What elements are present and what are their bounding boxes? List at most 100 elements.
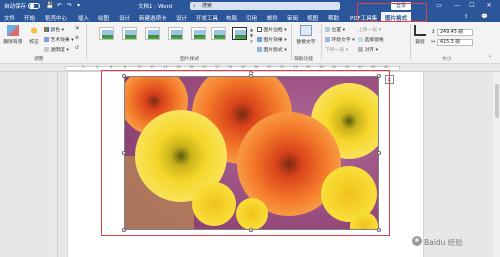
width-icon: ↔	[431, 39, 436, 45]
crop-icon	[414, 25, 426, 36]
tab-mailings[interactable]: 邮件	[267, 14, 278, 22]
align-label: 对齐	[364, 48, 375, 53]
picture-style-5[interactable]	[191, 27, 206, 40]
selection-pane-button[interactable]: 选择窗格	[358, 36, 384, 43]
compress-pictures-icon[interactable]: ⇲	[75, 26, 79, 31]
tab-design[interactable]: 设计	[119, 14, 130, 22]
vertical-scrollbar[interactable]	[493, 72, 500, 257]
bring-forward-label: 上移一层	[358, 28, 378, 33]
color-button[interactable]: 颜色 ▾	[44, 26, 64, 33]
ribbon: 删除背景 校正 颜色 ▾ 艺术效果 ▾ 透明度 ▾ ⇲ ⟳ ↺ 调整 ▲ ▼ ⊽ 图…	[0, 22, 500, 64]
style-preview	[101, 29, 113, 39]
ruler-number: 40	[332, 65, 337, 69]
search-box[interactable]: ⌕ 搜索	[190, 2, 340, 10]
ruler-number: 12	[150, 65, 155, 69]
ruler-number: 26	[241, 65, 246, 69]
ruler-number: 34	[293, 65, 298, 69]
tab-view[interactable]: 视图	[307, 14, 318, 22]
watermark-text: Baidu 经验	[424, 238, 463, 247]
save-icon[interactable]: 💾	[46, 2, 53, 9]
ruler-number: 44	[358, 65, 363, 69]
remove-background-icon	[7, 25, 19, 36]
transparency-button[interactable]: 透明度 ▾	[44, 46, 69, 53]
art-effects-icon	[44, 37, 49, 42]
picture-style-4[interactable]	[168, 27, 183, 40]
scrollbar-thumb[interactable]	[494, 84, 499, 118]
corrections-icon	[28, 25, 40, 36]
alt-text-icon	[300, 25, 312, 36]
tab-developer[interactable]: 开发工具	[196, 14, 218, 22]
tab-review[interactable]: 审阅	[287, 14, 298, 22]
picture-style-2[interactable]	[122, 27, 137, 40]
bring-forward-button[interactable]: 上移一层 ▾	[358, 26, 381, 33]
picture-styles-group-label: 图片样式	[180, 57, 200, 62]
share-icon[interactable]: ⇪	[464, 14, 469, 20]
ruler-number: 48	[384, 65, 389, 69]
tab-new[interactable]: 新建选项卡	[139, 14, 167, 22]
picture-effects-button[interactable]: 图片效果 ▾	[257, 36, 287, 43]
tab-file[interactable]: 文件	[4, 14, 15, 22]
reset-picture-icon[interactable]: ↺	[75, 46, 79, 51]
position-label: 位置	[331, 28, 342, 33]
autosave-label: 自动保存	[4, 4, 27, 10]
style-preview	[124, 29, 136, 39]
color-icon	[44, 27, 49, 32]
picture-style-6[interactable]	[211, 27, 226, 40]
ruler-number: 32	[280, 65, 285, 69]
crop-button[interactable]: 裁剪	[413, 25, 427, 45]
style-preview	[193, 29, 205, 39]
tab-draw[interactable]: 绘图	[98, 14, 109, 22]
picture-border-button[interactable]: 图片边框 ▾	[257, 26, 287, 33]
picture-highlight-box	[101, 70, 390, 236]
width-field[interactable]: 415.3 磅	[437, 39, 473, 46]
collapse-ribbon-icon[interactable]: ⌃	[488, 56, 492, 61]
search-icon: ⌕	[193, 3, 196, 9]
wrap-text-button[interactable]: 环绕文字 ▾	[325, 36, 355, 43]
change-picture-icon[interactable]: ⟳	[75, 36, 79, 41]
remove-background-label: 删除背景	[3, 40, 23, 45]
accessibility-group-label: 辅助功能	[294, 57, 314, 62]
picture-style-3[interactable]	[145, 27, 160, 40]
remove-background-button[interactable]: 删除背景	[2, 25, 24, 45]
send-backward-button[interactable]: 下移一层 ▾	[325, 46, 348, 53]
picture-style-1[interactable]	[99, 27, 114, 40]
tab-home[interactable]: 开始	[24, 14, 35, 22]
maximize-icon[interactable]: ☐	[466, 1, 478, 11]
corrections-button[interactable]: 校正	[26, 25, 42, 45]
position-icon	[325, 27, 330, 32]
undo-icon[interactable]: ↶	[57, 2, 62, 9]
art-effects-label: 艺术效果	[50, 38, 70, 43]
tab-references[interactable]: 引用	[246, 14, 257, 22]
picture-style-7[interactable]	[232, 27, 247, 40]
align-button[interactable]: 对齐 ▾	[358, 46, 378, 53]
alt-text-button[interactable]: 替换文字	[295, 25, 317, 45]
position-button[interactable]: 位置 ▾	[325, 26, 345, 33]
align-icon	[358, 47, 363, 52]
group-divider	[321, 24, 322, 60]
close-icon[interactable]: ✕	[483, 1, 495, 11]
height-field[interactable]: 249.45 磅	[437, 29, 473, 36]
ribbon-display-icon[interactable]: ▭	[433, 1, 445, 11]
comments-icon[interactable]: 💬	[481, 14, 488, 20]
customize-qat-icon[interactable]: ▾	[77, 2, 80, 9]
tab-insert[interactable]: 插入	[78, 14, 89, 22]
tab-design-2[interactable]: 设计	[176, 14, 187, 22]
tab-docer[interactable]: 稻壳中心	[45, 14, 67, 22]
style-gallery-scroll[interactable]: ▲ ▼ ⊽	[250, 27, 255, 45]
ruler-number: 38	[319, 65, 324, 69]
ruler-number: 16	[176, 65, 181, 69]
picture-border-icon	[257, 27, 262, 32]
tab-layout[interactable]: 布局	[226, 14, 237, 22]
ruler-number: 6	[110, 65, 113, 69]
vertical-ruler[interactable]	[51, 72, 58, 257]
document-title: 文档1 - Word	[138, 4, 173, 10]
tab-help[interactable]: 帮助	[328, 14, 339, 22]
art-effects-button[interactable]: 艺术效果 ▾	[44, 36, 74, 43]
picture-layout-button[interactable]: 图片版式 ▾	[257, 46, 287, 53]
ruler-number: 22	[215, 65, 220, 69]
autosave-state: 关	[30, 2, 35, 8]
style-preview	[213, 29, 225, 39]
send-backward-label: 下移一层	[325, 48, 345, 53]
redo-icon[interactable]: ↷	[67, 2, 72, 9]
minimize-icon[interactable]: —	[451, 1, 463, 11]
